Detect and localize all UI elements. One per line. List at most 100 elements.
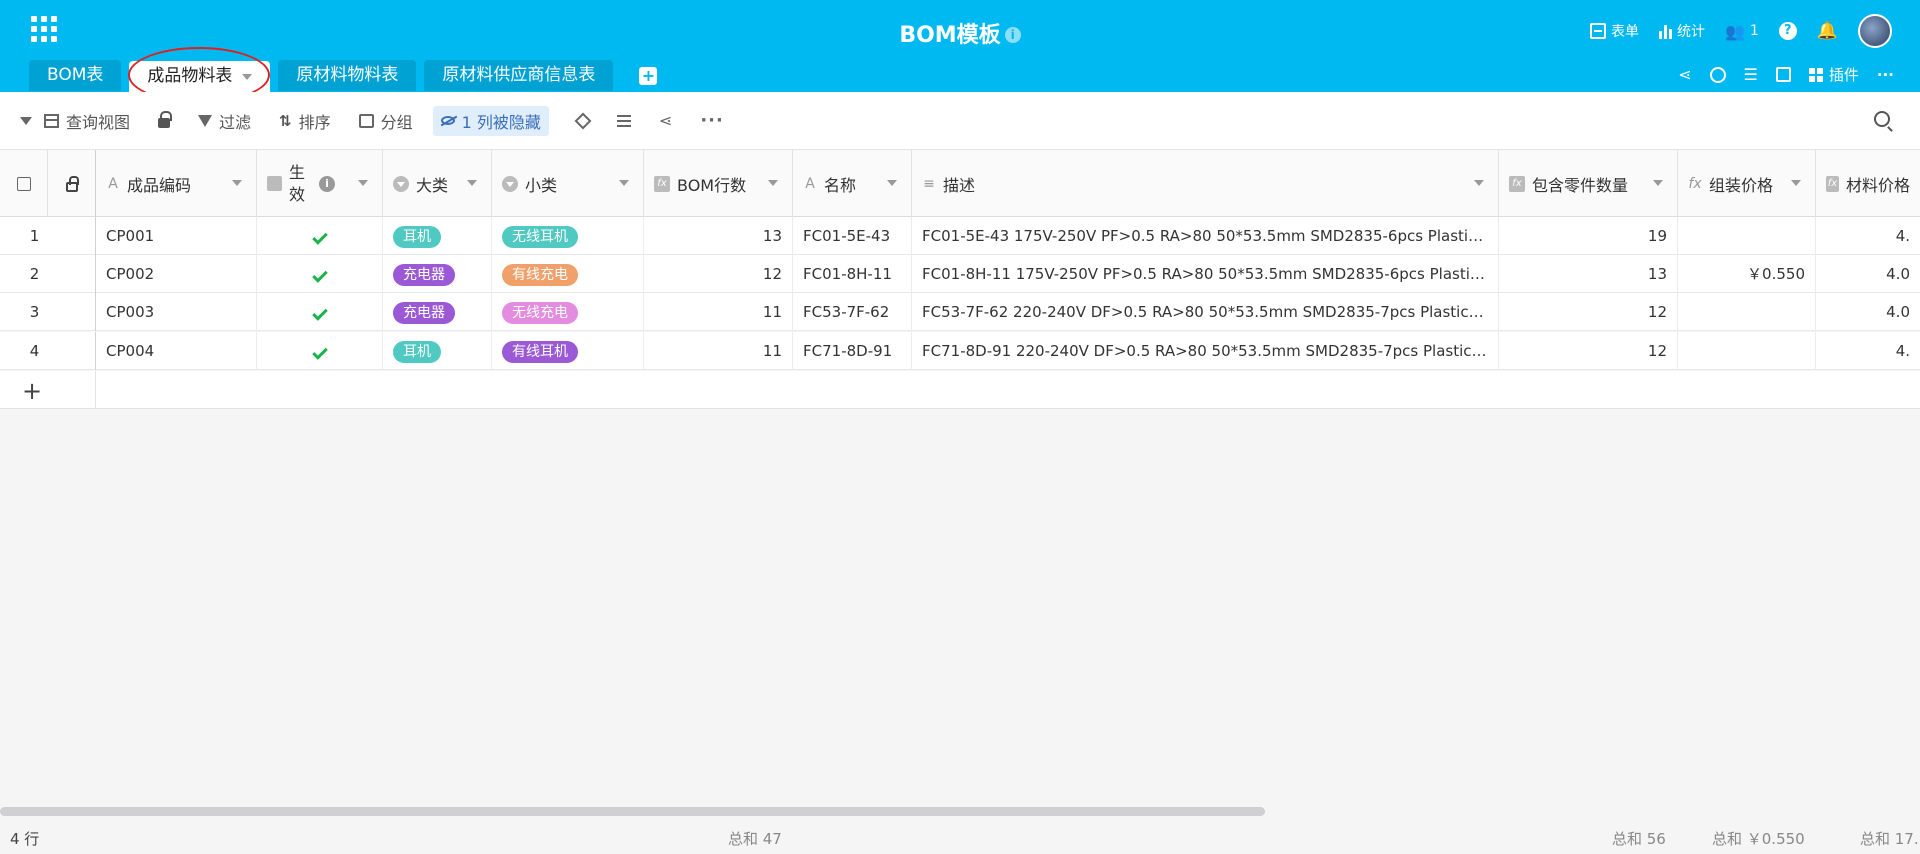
tab-raw-materials[interactable]: 原材料物料表 [278,60,417,91]
cell-assembly-price[interactable] [1678,332,1816,370]
cell-code[interactable]: CP004 [96,332,257,370]
form-button[interactable]: 表单 [1589,21,1639,41]
table-row[interactable]: 2 CP002 充电器 有线充电 12 FC01-8H-11 FC01-8H-1… [0,255,1920,293]
column-header-subcategory[interactable]: 小类 [492,150,644,217]
view-selector[interactable]: 查询视图 [44,109,130,133]
cell-name[interactable]: FC71-8D-91 [793,332,912,370]
cell-parts-count[interactable]: 12 [1499,293,1678,331]
history-icon[interactable] [1709,66,1726,83]
cell-subcategory[interactable]: 有线耳机 [492,332,644,370]
search-icon[interactable] [1874,111,1890,127]
cell-name[interactable]: FC53-7F-62 [793,293,912,331]
cell-category[interactable]: 耳机 [383,332,492,370]
chevron-down-icon[interactable] [467,180,477,186]
plugins-button[interactable]: 插件 [1808,64,1859,85]
cell-material-price[interactable]: 4. [1816,332,1920,370]
avatar[interactable] [1858,14,1892,48]
cell-code[interactable]: CP003 [96,293,257,331]
cell-bom-rows[interactable]: 11 [644,293,793,331]
cell-category[interactable]: 耳机 [383,217,492,255]
column-header-material-price[interactable]: fx 材料价格 [1816,150,1920,217]
horizontal-scrollbar[interactable] [0,807,1265,816]
column-header-code[interactable]: A 成品编码 [96,150,257,217]
table-row[interactable]: 4 CP004 耳机 有线耳机 11 FC71-8D-91 FC71-8D-91… [0,332,1920,370]
chevron-down-icon[interactable] [242,73,253,80]
column-header-description[interactable]: ≡ 描述 [912,150,1499,217]
cell-active[interactable] [257,217,383,255]
more-icon[interactable]: ··· [700,110,724,131]
table-row[interactable]: 3 CP003 充电器 无线充电 11 FC53-7F-62 FC53-7F-6… [0,293,1920,331]
sort-button[interactable]: ⇅ 排序 [279,109,331,133]
cell-code[interactable]: CP001 [96,217,257,255]
lock-icon[interactable] [158,111,173,128]
column-header-parts-count[interactable]: fx 包含零件数量 [1499,150,1678,217]
assembly-price-sum[interactable]: 总和 ￥0.550 [1712,828,1805,849]
chevron-down-icon[interactable] [1653,180,1663,186]
chevron-down-icon[interactable] [619,180,629,186]
base-title-text[interactable]: BOM模板 [899,23,1000,48]
cell-parts-count[interactable]: 13 [1499,255,1678,293]
column-header-category[interactable]: 大类 [383,150,492,217]
stats-button[interactable]: 统计 [1658,21,1705,41]
cell-description[interactable]: FC01-8H-11 175V-250V PF>0.5 RA>80 50*53.… [912,255,1499,293]
tab-finished-materials[interactable]: 成品物料表 [129,61,271,92]
cell-bom-rows[interactable]: 12 [644,255,793,293]
share-icon[interactable]: ⋖ [1678,65,1691,84]
tab-bom[interactable]: BOM表 [29,60,122,91]
column-header-assembly-price[interactable]: fx 组装价格 [1678,150,1816,217]
row-height-icon[interactable] [616,114,631,127]
cell-subcategory[interactable]: 有线充电 [492,255,644,293]
add-table-button[interactable]: + [639,67,658,85]
cell-material-price[interactable]: 4.0 [1816,255,1920,293]
settings-sliders-icon[interactable]: ☰ [1744,65,1758,84]
chevron-down-icon[interactable] [887,180,897,186]
hidden-columns-button[interactable]: 1 列被隐藏 [432,105,549,136]
plus-icon[interactable]: + [22,377,42,405]
chevron-down-icon[interactable] [232,180,242,186]
cell-assembly-price[interactable]: ￥0.550 [1678,255,1816,293]
cell-name[interactable]: FC01-5E-43 [793,217,912,255]
cell-subcategory[interactable]: 无线充电 [492,293,644,331]
parts-count-sum[interactable]: 总和 56 [1612,828,1666,849]
chevron-down-icon[interactable] [1791,180,1801,186]
table-row[interactable]: 1 CP001 耳机 无线耳机 13 FC01-5E-43 FC01-5E-43… [0,217,1920,255]
material-price-sum[interactable]: 总和 17. [1860,828,1919,849]
cell-code[interactable]: CP002 [96,255,257,293]
cell-material-price[interactable]: 4. [1816,217,1920,255]
cell-category[interactable]: 充电器 [383,293,492,331]
cell-bom-rows[interactable]: 13 [644,217,793,255]
cell-parts-count[interactable]: 12 [1499,332,1678,370]
cell-parts-count[interactable]: 19 [1499,217,1678,255]
help-icon[interactable]: ? [1778,22,1797,40]
views-toggle-icon[interactable] [20,116,32,125]
column-header-name[interactable]: A 名称 [793,150,912,217]
chevron-down-icon[interactable] [768,180,778,186]
bom-rows-sum[interactable]: 总和 47 [728,828,782,849]
cell-assembly-price[interactable] [1678,217,1816,255]
paint-bucket-icon[interactable] [574,112,592,129]
cell-assembly-price[interactable] [1678,293,1816,331]
cell-bom-rows[interactable]: 11 [644,332,793,370]
cell-material-price[interactable]: 4.0 [1816,293,1920,331]
tab-raw-suppliers[interactable]: 原材料供应商信息表 [424,60,614,91]
members-button[interactable]: 👥 1 [1725,22,1759,41]
chevron-down-icon[interactable] [358,180,368,186]
cell-name[interactable]: FC01-8H-11 [793,255,912,293]
add-row[interactable]: + [0,371,1920,409]
group-button[interactable]: 分组 [358,109,413,133]
cell-description[interactable]: FC53-7F-62 220-240V DF>0.5 RA>80 50*53.5… [912,293,1499,331]
select-all-checkbox[interactable] [16,176,31,191]
cell-description[interactable]: FC01-5E-43 175V-250V PF>0.5 RA>80 50*53.… [912,217,1499,255]
cell-subcategory[interactable]: 无线耳机 [492,217,644,255]
cell-active[interactable] [257,332,383,370]
info-icon[interactable]: i [1004,27,1021,43]
cell-active[interactable] [257,255,383,293]
bell-icon[interactable]: 🔔 [1817,21,1838,41]
chevron-down-icon[interactable] [1474,180,1484,186]
filter-button[interactable]: 过滤 [198,109,251,133]
cell-active[interactable] [257,293,383,331]
cell-description[interactable]: FC71-8D-91 220-240V DF>0.5 RA>80 50*53.5… [912,332,1499,370]
info-icon[interactable]: i [319,175,335,192]
cell-category[interactable]: 充电器 [383,255,492,293]
column-header-active[interactable]: 生效 i [257,150,383,217]
